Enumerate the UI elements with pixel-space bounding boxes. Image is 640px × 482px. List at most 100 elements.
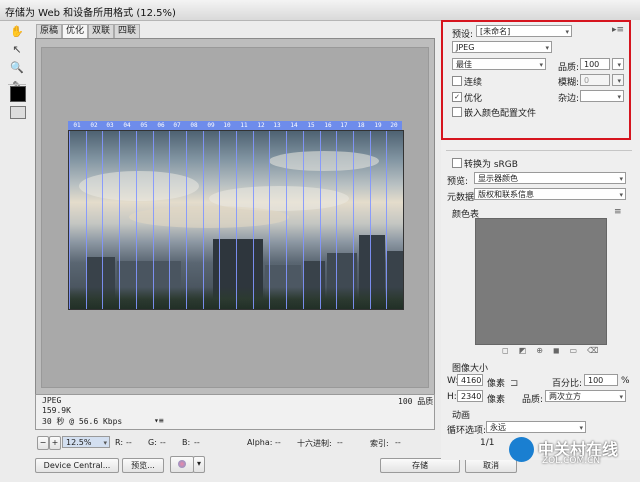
slice-divider <box>269 131 270 309</box>
color-table[interactable] <box>475 218 607 345</box>
r-label: R: <box>115 438 124 447</box>
highlight-box <box>441 20 631 140</box>
eyedropper-color-swatch[interactable] <box>10 86 26 102</box>
slice-divider <box>186 131 187 309</box>
browser-preview-button[interactable] <box>170 456 194 473</box>
zoom-out-button[interactable]: − <box>37 436 49 450</box>
tab-2up[interactable]: 双联 <box>88 24 115 38</box>
slice-number-label[interactable]: 14 <box>286 121 302 130</box>
hex-value: -- <box>337 438 343 447</box>
loop-value: 永远 <box>490 423 506 432</box>
slice-number-label[interactable]: 20 <box>386 121 402 130</box>
metadata-label: 元数据: <box>447 193 478 203</box>
slice-divider <box>320 131 321 309</box>
slice-divider <box>353 131 354 309</box>
slice-number-label[interactable]: 05 <box>136 121 152 130</box>
title-bar: 存储为 Web 和设备所用格式 (12.5%) <box>0 0 640 21</box>
b-value: -- <box>194 438 200 447</box>
slice-number-label[interactable]: 12 <box>253 121 269 130</box>
device-central-button[interactable]: Device Central... <box>35 458 119 473</box>
chevron-down-icon: ▾ <box>196 459 201 468</box>
divider <box>446 150 632 151</box>
slice-number-label[interactable]: 07 <box>169 121 185 130</box>
preview-button[interactable]: 预览... <box>122 458 164 473</box>
status-row: − + 12.5% ▾ R: -- G: -- B: -- Alpha: -- 十… <box>35 436 433 450</box>
tab-4up[interactable]: 四联 <box>114 24 141 38</box>
height-input[interactable]: 2340 <box>457 390 483 402</box>
slice-number-label[interactable]: 13 <box>269 121 285 130</box>
color-table-menu-icon[interactable]: ≡ <box>614 207 622 217</box>
width-input[interactable]: 4160 <box>457 374 483 386</box>
alpha-value: -- <box>275 438 281 447</box>
tab-optimized[interactable]: 优化 <box>62 24 89 38</box>
alpha-label: Alpha: <box>247 438 273 447</box>
slice-number-label[interactable]: 10 <box>219 121 235 130</box>
slice-select-icon[interactable]: ↖ <box>8 42 26 58</box>
slice-number-label[interactable]: 03 <box>102 121 118 130</box>
convert-srgb-checkbox[interactable] <box>452 158 462 168</box>
r-value: -- <box>126 438 132 447</box>
preview-label: 预览: <box>447 177 469 187</box>
slice-divider <box>236 131 237 309</box>
color-table-icons[interactable]: ◻◩⊕◼▭⌫ <box>502 346 608 355</box>
slice-divider <box>370 131 371 309</box>
animation-title: 动画 <box>452 411 471 421</box>
slice-number-label[interactable]: 02 <box>86 121 102 130</box>
preview-color-value: 显示器颜色 <box>478 174 518 183</box>
toggle-slices-visibility-icon[interactable] <box>10 106 26 119</box>
slice-divider <box>203 131 204 309</box>
slice-number-label[interactable]: 04 <box>119 121 135 130</box>
slice-number-label[interactable]: 17 <box>336 121 352 130</box>
preview-image[interactable] <box>68 130 404 310</box>
save-button[interactable]: 存储 <box>380 458 460 473</box>
zoom-level-select[interactable]: 12.5% ▾ <box>62 436 110 448</box>
slice-divider <box>169 131 170 309</box>
preview-color-select[interactable]: 显示器颜色 ▾ <box>474 172 626 184</box>
height-label: H: <box>447 392 457 402</box>
info-file-size: 159.9K <box>42 406 71 415</box>
slice-number-label[interactable]: 11 <box>236 121 252 130</box>
slice-divider <box>69 131 70 309</box>
zoom-icon[interactable]: 🔍 <box>8 60 26 76</box>
index-label: 索引: <box>370 439 389 448</box>
percent-unit: % <box>621 376 630 386</box>
percent-input[interactable]: 100 <box>584 374 618 386</box>
resample-quality-select[interactable]: 两次立方 ▾ <box>545 390 626 402</box>
slice-divider <box>286 131 287 309</box>
info-quality: 100 品质 <box>398 397 434 406</box>
slice-number-label[interactable]: 18 <box>353 121 369 130</box>
g-value: -- <box>160 438 166 447</box>
zoom-in-button[interactable]: + <box>49 436 61 450</box>
slice-number-label[interactable]: 09 <box>203 121 219 130</box>
metadata-value: 版权和联系信息 <box>478 190 534 199</box>
resample-quality-label: 品质: <box>522 395 544 405</box>
download-speed-menu-icon[interactable]: ▾≡ <box>154 416 164 425</box>
slice-number-label[interactable]: 01 <box>69 121 85 130</box>
window-title: 存储为 Web 和设备所用格式 (12.5%) <box>5 8 176 19</box>
slice-label-bar: 01 02 03 04 05 06 07 08 09 10 11 12 13 14 15 16 17 18 19 20 <box>68 121 402 130</box>
slice-number-label[interactable]: 06 <box>153 121 169 130</box>
tab-original[interactable]: 原稿 <box>36 24 63 38</box>
watermark-url: ZOL.COM.CN <box>542 456 601 466</box>
frame-counter: 1/1 <box>480 438 495 448</box>
resample-quality-value: 两次立方 <box>549 392 581 401</box>
slice-number-label[interactable]: 15 <box>303 121 319 130</box>
metadata-select[interactable]: 版权和联系信息 ▾ <box>474 188 626 200</box>
width-unit: 像素 <box>487 379 506 389</box>
height-unit: 像素 <box>487 395 506 405</box>
browser-list-button[interactable]: ▾ <box>193 456 205 473</box>
zol-logo-icon <box>509 437 534 462</box>
b-label: B: <box>182 438 191 447</box>
constrain-proportions-link-icon[interactable]: ⊐ <box>510 378 518 389</box>
loop-select[interactable]: 永远 ▾ <box>486 421 586 433</box>
loop-label: 循环选项: <box>447 426 487 436</box>
slice-number-label[interactable]: 08 <box>186 121 202 130</box>
slice-number-label[interactable]: 16 <box>320 121 336 130</box>
slice-number-label[interactable]: 19 <box>370 121 386 130</box>
optimized-info-panel: JPEG 159.9K 30 秒 @ 56.6 Kbps ▾≡ 100 品质 <box>35 394 435 430</box>
hand-tool-icon[interactable]: ✋ <box>8 24 26 40</box>
index-value: -- <box>395 438 401 447</box>
percent-value: 100 <box>588 376 604 385</box>
cancel-button[interactable]: 取消 <box>465 458 517 473</box>
zoom-level-value: 12.5% <box>66 438 92 447</box>
